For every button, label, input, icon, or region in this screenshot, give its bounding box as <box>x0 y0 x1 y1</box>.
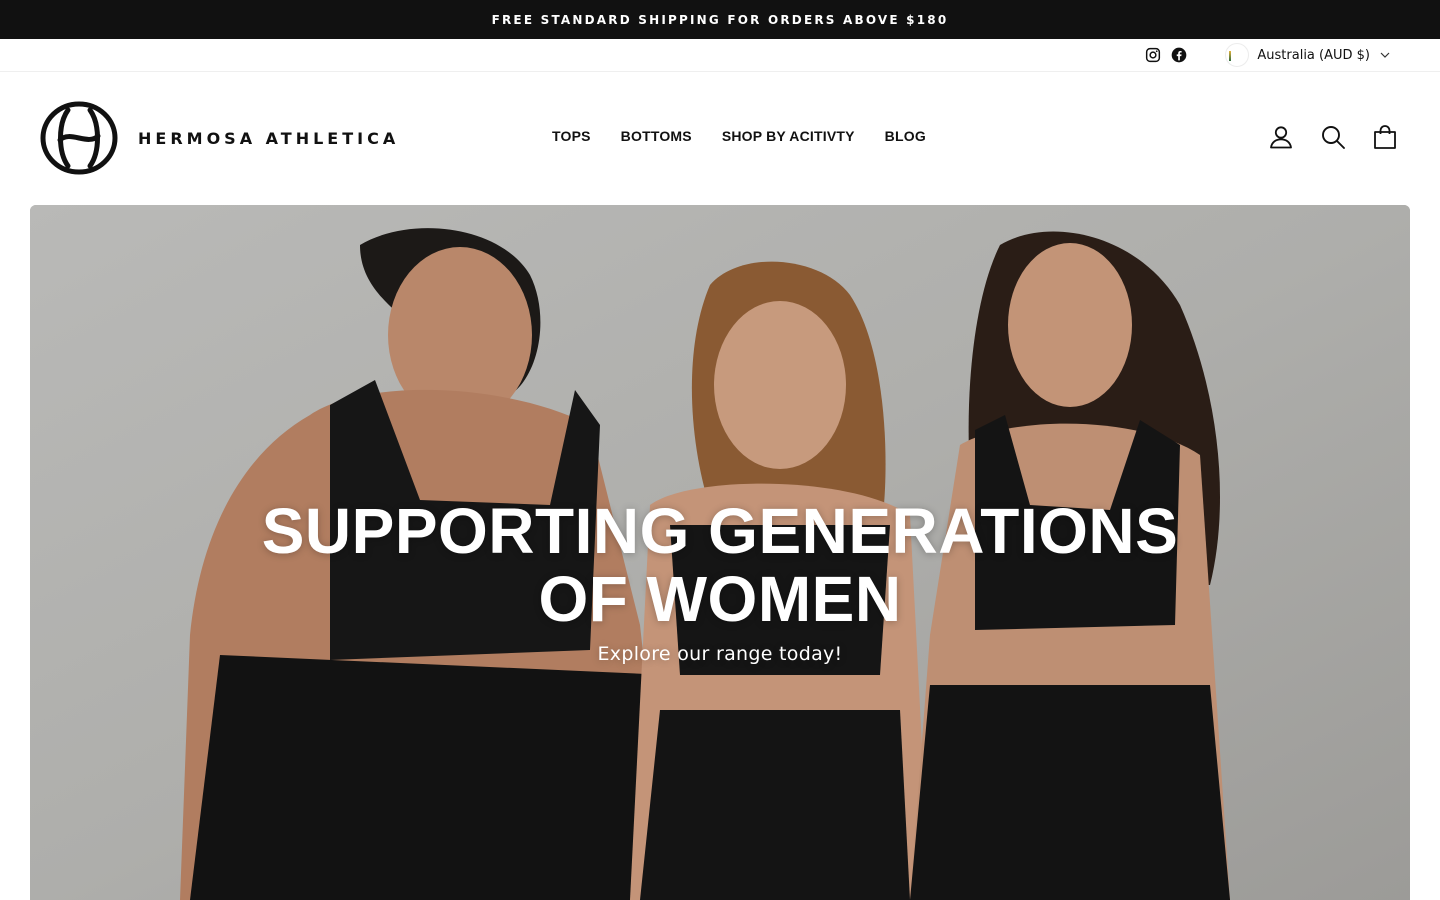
chevron-down-icon <box>1380 52 1390 58</box>
hero-title: SUPPORTING GENERATIONS OF WOMEN <box>30 497 1410 633</box>
search-icon[interactable] <box>1320 124 1346 150</box>
announcement-text: FREE STANDARD SHIPPING FOR ORDERS ABOVE … <box>491 12 949 27</box>
site-header: HERMOSA ATHLETICA TOPS BOTTOMS SHOP BY A… <box>0 72 1440 205</box>
hero-copy: SUPPORTING GENERATIONS OF WOMEN Explore … <box>30 497 1410 665</box>
nav-blog[interactable]: BLOG <box>885 128 926 144</box>
hero-subtitle[interactable]: Explore our range today! <box>30 643 1410 665</box>
australia-flag-icon <box>1225 43 1250 67</box>
utility-bar: Australia (AUD $) <box>0 39 1440 72</box>
social-links <box>1145 47 1187 63</box>
hero-banner[interactable]: SUPPORTING GENERATIONS OF WOMEN Explore … <box>30 205 1410 900</box>
nav-bottoms[interactable]: BOTTOMS <box>621 128 692 144</box>
nav-tops[interactable]: TOPS <box>552 128 591 144</box>
site-logo[interactable]: HERMOSA ATHLETICA <box>40 100 399 176</box>
facebook-icon[interactable] <box>1171 47 1187 63</box>
hero-title-line2: OF WOMEN <box>538 563 902 635</box>
instagram-icon[interactable] <box>1145 47 1161 63</box>
currency-selector[interactable]: Australia (AUD $) <box>1225 43 1390 67</box>
header-icons <box>1268 124 1398 150</box>
cart-icon[interactable] <box>1372 124 1398 150</box>
hero-title-line1: SUPPORTING GENERATIONS <box>261 495 1179 567</box>
logo-text: HERMOSA ATHLETICA <box>138 128 400 148</box>
main-nav: TOPS BOTTOMS SHOP BY ACITIVTY BLOG <box>552 128 926 144</box>
account-icon[interactable] <box>1268 124 1294 150</box>
currency-label: Australia (AUD $) <box>1257 47 1370 63</box>
nav-shop-by-activity[interactable]: SHOP BY ACITIVTY <box>722 128 855 144</box>
hermosa-logo-mark <box>40 101 118 175</box>
announcement-bar: FREE STANDARD SHIPPING FOR ORDERS ABOVE … <box>0 0 1440 39</box>
